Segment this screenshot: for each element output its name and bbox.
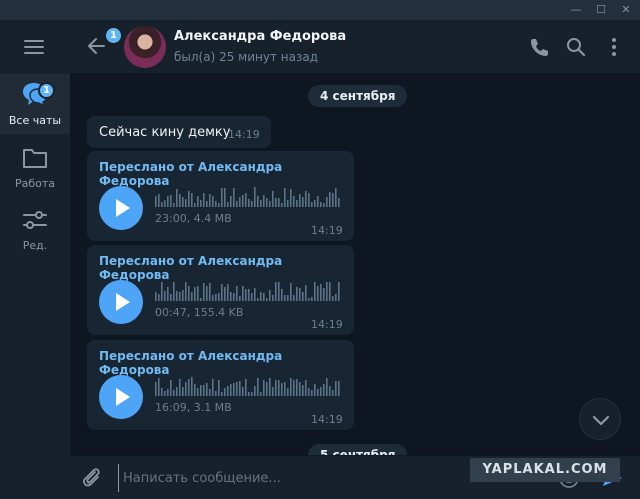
paperclip-icon[interactable] — [82, 466, 104, 490]
play-button[interactable] — [99, 375, 143, 419]
forwarded-from[interactable]: Переслано от Александра Федорова — [99, 160, 354, 188]
edit-filters-icon — [23, 211, 47, 229]
maximize-button[interactable]: ☐ — [588, 0, 614, 20]
folder-icon — [23, 149, 47, 168]
message-time: 14:19 — [311, 318, 343, 331]
telegram-window: — ☐ ✕ 1 Все чаты Работа Ред. 1 Александр… — [0, 0, 640, 499]
folder-sidebar: 1 Все чаты Работа Ред. — [0, 20, 70, 499]
play-icon — [116, 388, 130, 406]
folder-label: Все чаты — [8, 114, 62, 127]
unread-badge: 1 — [104, 26, 123, 45]
message-time: 14:19 — [311, 413, 343, 426]
forwarded-from[interactable]: Переслано от Александра Федорова — [99, 254, 354, 282]
more-vertical-icon[interactable] — [603, 36, 625, 58]
waveform[interactable] — [155, 185, 341, 207]
folder-work[interactable]: Работа — [0, 137, 70, 197]
message-list[interactable]: 4 сентября Сейчас кину демку 14:19 Перес… — [70, 74, 640, 455]
peer-last-seen: был(а) 25 минут назад — [174, 50, 318, 64]
forwarded-from[interactable]: Переслано от Александра Федорова — [99, 349, 354, 377]
chevron-down-icon — [592, 415, 610, 426]
message-text: Сейчас кину демку — [99, 125, 231, 140]
close-window-button[interactable]: ✕ — [613, 0, 639, 20]
unread-badge: 1 — [38, 82, 55, 99]
play-button[interactable] — [99, 280, 143, 324]
scroll-to-bottom-button[interactable] — [579, 398, 621, 440]
voice-message[interactable]: Переслано от Александра Федорова 00:47, … — [87, 245, 354, 335]
message-time: 14:19 — [311, 224, 343, 237]
folder-edit[interactable]: Ред. — [0, 199, 70, 259]
avatar[interactable] — [124, 26, 166, 68]
voice-message[interactable]: Переслано от Александра Федорова 23:00, … — [87, 151, 354, 241]
voice-duration-size: 00:47, 155.4 KB — [155, 306, 244, 319]
message-time: 14:19 — [228, 128, 260, 141]
voice-duration-size: 16:09, 3.1 MB — [155, 401, 232, 414]
search-icon[interactable] — [565, 36, 587, 58]
menu-icon[interactable] — [24, 40, 44, 54]
play-icon — [116, 293, 130, 311]
voice-duration-size: 23:00, 4.4 MB — [155, 212, 232, 225]
message-bubble[interactable]: Сейчас кину демку 14:19 — [87, 116, 271, 148]
minimize-button[interactable]: — — [563, 0, 589, 20]
chat-header: 1 Александра Федорова был(а) 25 минут на… — [70, 20, 640, 74]
play-icon — [116, 199, 130, 217]
voice-message[interactable]: Переслано от Александра Федорова 16:09, … — [87, 340, 354, 430]
play-button[interactable] — [99, 186, 143, 230]
peer-name[interactable]: Александра Федорова — [174, 29, 346, 44]
folder-label: Работа — [14, 177, 56, 190]
waveform[interactable] — [155, 279, 341, 301]
date-separator: 5 сентября — [308, 444, 408, 455]
waveform[interactable] — [155, 374, 341, 396]
title-bar: — ☐ ✕ — [0, 0, 640, 20]
folder-all-chats[interactable]: 1 Все чаты — [0, 74, 70, 134]
date-separator: 4 сентября — [308, 85, 408, 107]
folder-label: Ред. — [22, 239, 48, 252]
phone-icon[interactable] — [528, 36, 550, 58]
watermark: YAPLAKAL.COM — [470, 458, 620, 482]
